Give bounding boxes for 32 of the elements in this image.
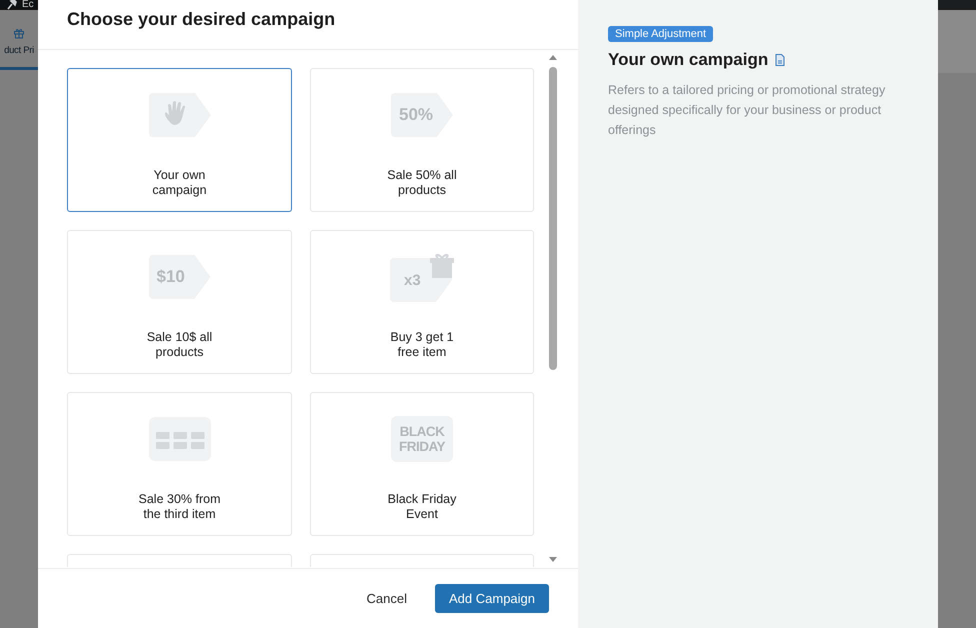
admin-bar bbox=[938, 0, 976, 10]
cancel-button[interactable]: Cancel bbox=[364, 585, 409, 612]
campaign-card[interactable]: x3 Buy 3 get 1 free item bbox=[310, 230, 534, 374]
hand-tag-icon bbox=[148, 93, 210, 137]
card-label: Your own campaign bbox=[152, 168, 207, 198]
scroll-up-icon[interactable] bbox=[548, 55, 556, 60]
grid-icon bbox=[148, 417, 210, 461]
scroll-down-icon[interactable] bbox=[548, 557, 556, 562]
card-label: Buy 3 get 1 free item bbox=[390, 330, 454, 360]
price-tag-icon: 50% bbox=[391, 93, 453, 137]
scrollbar[interactable] bbox=[547, 55, 558, 562]
card-label: Black Friday Event bbox=[388, 492, 456, 522]
card-label: Sale 50% all products bbox=[387, 168, 457, 198]
card-label: Sale 10$ all products bbox=[146, 330, 212, 360]
campaign-title: Your own campaign bbox=[608, 50, 768, 70]
campaign-card[interactable]: $10 Sale 10$ all products bbox=[67, 230, 292, 374]
admin-bar-text: Ec bbox=[22, 0, 34, 10]
campaign-card[interactable]: BLACK FRIDAY Black Friday Event bbox=[310, 392, 534, 536]
gift-icon bbox=[13, 27, 25, 39]
pin-icon bbox=[6, 0, 18, 10]
add-campaign-button[interactable]: Add Campaign bbox=[435, 584, 549, 613]
campaign-description: Refers to a tailored pricing or promotional strategy designed specifically for your business or product offerings bbox=[608, 82, 886, 139]
price-tag-icon: $10 bbox=[148, 255, 210, 299]
campaign-card[interactable]: Your own campaign bbox=[67, 68, 292, 212]
campaign-card[interactable]: 50% Sale 50% all products bbox=[310, 68, 534, 212]
card-label: Sale 30% from the third item bbox=[138, 492, 220, 522]
campaign-type-badge: Simple Adjustment bbox=[608, 26, 714, 42]
scrollbar-thumb[interactable] bbox=[548, 67, 556, 370]
dialog-title: Choose your desired campaign bbox=[67, 9, 336, 30]
calendar-icon: BLACK FRIDAY bbox=[391, 416, 453, 462]
campaign-card[interactable]: Sale 30% from the third item bbox=[67, 392, 292, 536]
document-icon[interactable] bbox=[775, 54, 786, 66]
